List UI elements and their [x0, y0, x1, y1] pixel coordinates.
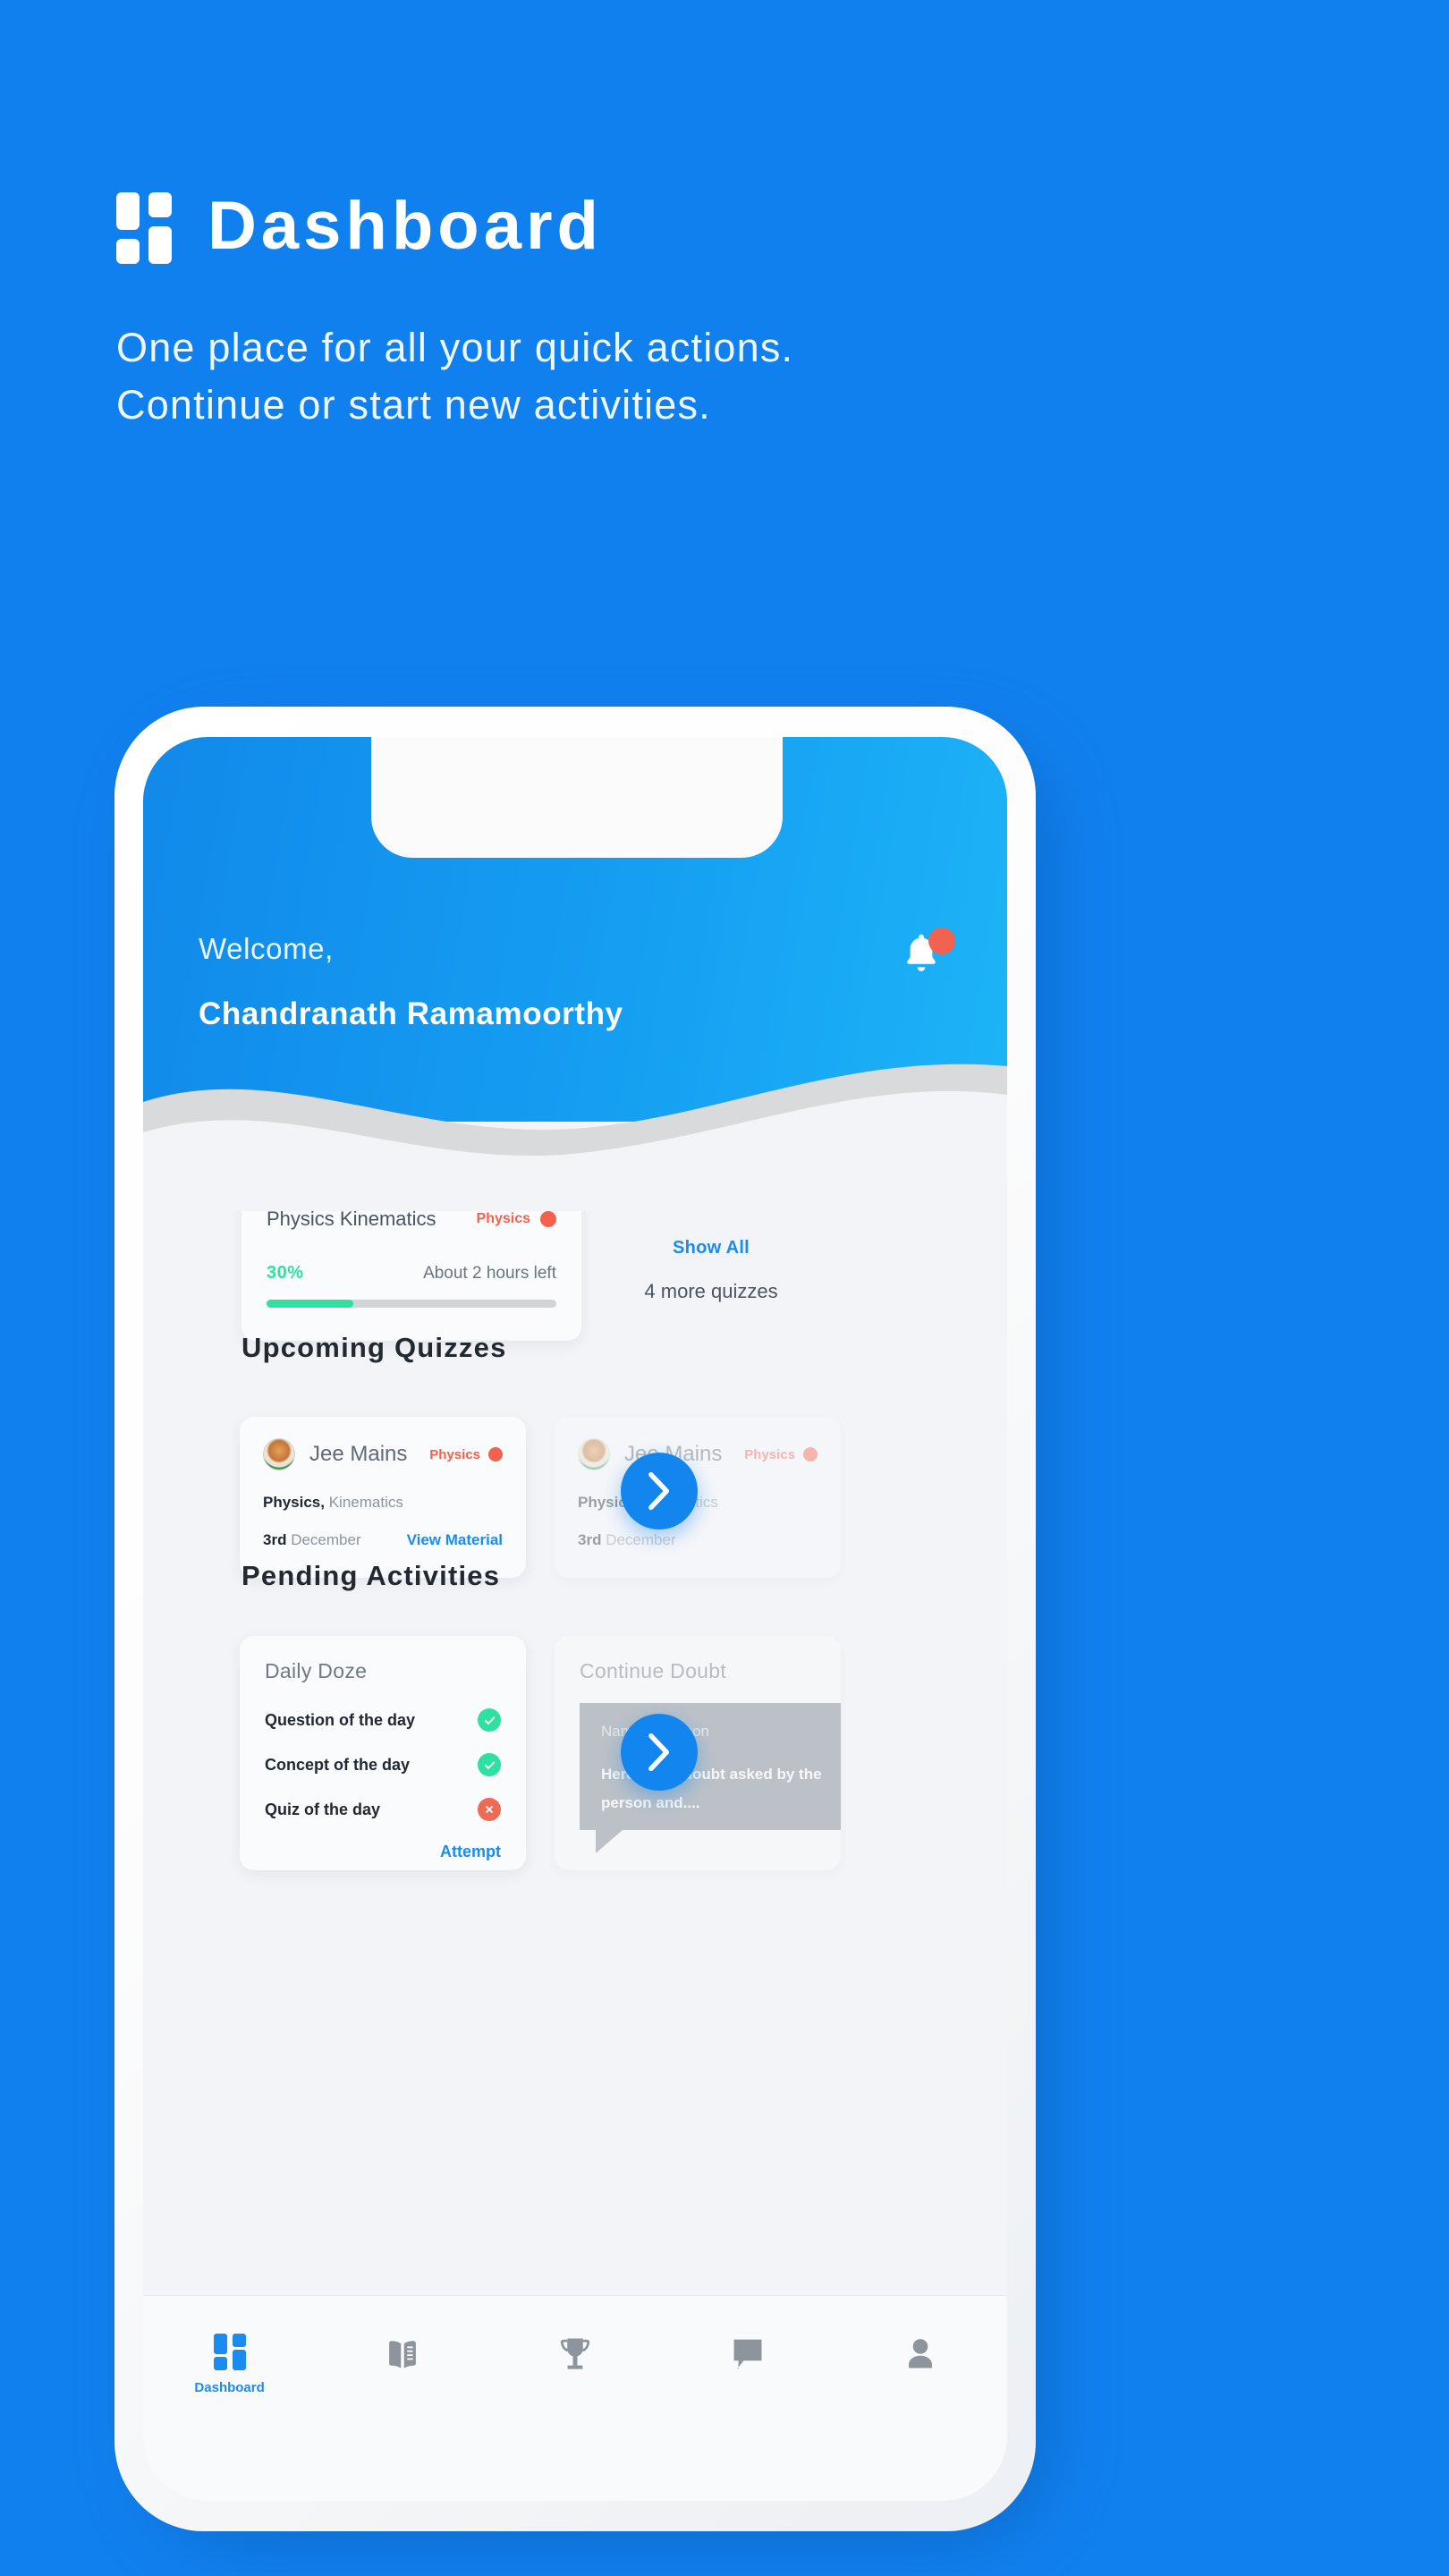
continue-doubt-title: Continue Doubt: [580, 1659, 727, 1682]
quiz-subject-tag: Physics: [429, 1447, 503, 1462]
greeting-text: Welcome,: [199, 932, 334, 965]
phone-notch: [371, 737, 783, 858]
book-icon: [382, 2334, 423, 2375]
quiz-topic-subject: Physics,: [263, 1494, 325, 1511]
more-quizzes-count: 4 more quizzes: [644, 1280, 778, 1302]
phone-mockup: Welcome, Chandranath Ramamoorthy Physics…: [114, 707, 1045, 2540]
nav-item-dashboard[interactable]: Dashboard: [143, 2334, 316, 2395]
daily-doze-card[interactable]: Daily Doze Question of the day Concept o…: [240, 1636, 526, 1870]
nav-item-profile[interactable]: [835, 2334, 1007, 2375]
subject-tag-dot-icon: [540, 1211, 556, 1227]
hero-subtitle-line-1: One place for all your quick actions.: [116, 325, 794, 370]
trophy-icon: [555, 2334, 596, 2375]
quiz-date: 3rd December: [263, 1531, 361, 1549]
notification-badge-dot: [928, 928, 955, 954]
nav-label-dashboard: Dashboard: [194, 2380, 265, 2395]
notification-bell-button[interactable]: [898, 928, 955, 985]
continue-doubt-card[interactable]: Continue Doubt Name of person Here is th…: [555, 1636, 841, 1870]
app-header: Welcome, Chandranath Ramamoorthy: [143, 737, 1007, 1211]
daily-doze-list: Question of the day Concept of the day Q…: [265, 1708, 501, 1821]
progress-percent: 30%: [267, 1263, 304, 1283]
nav-item-leaderboard[interactable]: [488, 2334, 661, 2375]
quiz-date-month: December: [286, 1531, 361, 1548]
check-circle-icon: [478, 1753, 501, 1776]
list-item[interactable]: Concept of the day: [265, 1753, 501, 1776]
quiz-date-day: 3rd: [578, 1531, 602, 1548]
phone-frame: Welcome, Chandranath Ramamoorthy Physics…: [114, 707, 1036, 2531]
quiz-topic: Physics, Kinematics: [578, 1494, 818, 1512]
progress-bar-fill: [267, 1300, 354, 1308]
quiz-subject-tag: Physics: [744, 1447, 818, 1462]
hero-subtitle: One place for all your quick actions. Co…: [116, 319, 1368, 434]
upcoming-quizzes-title: Upcoming Quizzes: [242, 1332, 507, 1363]
chevron-right-icon: [648, 1471, 670, 1511]
quiz-subject-tag-label: Physics: [744, 1446, 795, 1462]
chat-icon: [727, 2334, 768, 2375]
page-title: Dashboard: [208, 188, 603, 264]
hero-section: Dashboard One place for all your quick a…: [116, 192, 1368, 434]
chevron-right-icon: [648, 1733, 670, 1772]
quiz-card-footer: 3rd December View Material: [263, 1531, 503, 1549]
nav-item-chat[interactable]: [662, 2334, 835, 2375]
quiz-card[interactable]: Jee Mains Physics Physics, Kinematics 3r…: [555, 1417, 841, 1578]
nav-item-library[interactable]: [316, 2334, 488, 2375]
check-circle-icon: [478, 1708, 501, 1732]
quiz-date: 3rd December: [578, 1531, 676, 1549]
header-wave-white: [143, 1090, 1007, 1211]
hero-title-row: Dashboard: [116, 188, 1368, 264]
person-icon: [900, 2334, 941, 2375]
daily-doze-item-label: Quiz of the day: [265, 1800, 381, 1818]
next-activity-button[interactable]: [621, 1714, 698, 1791]
subject-tag-label: Physics: [476, 1211, 530, 1226]
time-left-label: About 2 hours left: [423, 1264, 556, 1283]
next-quiz-button[interactable]: [621, 1453, 698, 1530]
quiz-topic-chapter: Kinematics: [325, 1494, 403, 1511]
hero-subtitle-line-2: Continue or start new activities.: [116, 381, 711, 428]
attempt-link[interactable]: Attempt: [440, 1843, 501, 1860]
list-item[interactable]: Question of the day: [265, 1708, 501, 1732]
daily-doze-item-label: Concept of the day: [265, 1755, 411, 1774]
daily-doze-item-label: Question of the day: [265, 1710, 416, 1729]
quiz-date-day: 3rd: [263, 1531, 287, 1548]
doubt-speech-bubble: Name of person Here is the doubt asked b…: [580, 1703, 841, 1853]
subject-tag: Physics: [477, 1211, 556, 1227]
quiz-card-footer: 3rd December: [578, 1531, 818, 1549]
progress-card-meta: 30% About 2 hours left: [267, 1263, 556, 1284]
quiz-exam-name: Jee Mains: [309, 1442, 408, 1466]
daily-doze-title: Daily Doze: [265, 1659, 368, 1682]
view-material-link[interactable]: View Material: [407, 1531, 503, 1549]
dashboard-grid-icon: [116, 192, 172, 264]
bottom-navigation: Dashboard: [143, 2295, 1007, 2501]
quiz-card-header: Jee Mains Physics: [263, 1438, 503, 1470]
quiz-subject-tag-dot-icon: [803, 1447, 818, 1462]
dashboard-grid-icon: [213, 2334, 246, 2370]
cross-circle-icon: [478, 1798, 501, 1821]
show-all-block: Show All 4 more quizzes: [608, 1238, 814, 1303]
quiz-card[interactable]: Jee Mains Physics Physics, Kinematics 3r…: [240, 1417, 526, 1578]
pending-activities-title: Pending Activities: [242, 1560, 501, 1591]
jee-emblem-icon: [578, 1438, 610, 1470]
quiz-card-header: Jee Mains Physics: [578, 1438, 818, 1470]
jee-emblem-icon: [263, 1438, 295, 1470]
list-item[interactable]: Quiz of the day: [265, 1798, 501, 1821]
quiz-topic: Physics, Kinematics: [263, 1494, 503, 1512]
show-all-link[interactable]: Show All: [608, 1238, 814, 1258]
progress-bar-track: [267, 1300, 556, 1308]
user-name: Chandranath Ramamoorthy: [199, 996, 623, 1031]
quiz-subject-tag-dot-icon: [488, 1447, 503, 1462]
quiz-date-month: December: [601, 1531, 676, 1548]
phone-screen: Welcome, Chandranath Ramamoorthy Physics…: [143, 737, 1007, 2501]
daily-doze-footer: Attempt: [265, 1843, 501, 1861]
quiz-subject-tag-label: Physics: [429, 1446, 480, 1462]
